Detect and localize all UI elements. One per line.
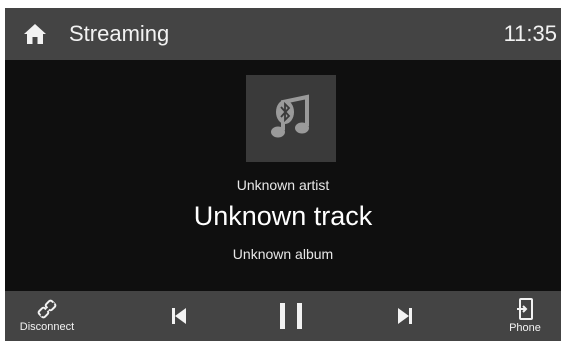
- next-track-button[interactable]: [375, 291, 435, 341]
- clock: 11:35: [503, 21, 557, 46]
- header-bar: Streaming 11:35: [5, 8, 561, 60]
- album-name: Unknown album: [232, 246, 334, 262]
- disconnect-label: Disconnect: [19, 320, 75, 333]
- pause-icon: [280, 303, 302, 329]
- skip-previous-icon: [172, 308, 186, 324]
- previous-track-button[interactable]: [149, 291, 209, 341]
- home-button[interactable]: [21, 21, 49, 47]
- control-bar: Disconnect Phone: [5, 291, 561, 341]
- disconnect-link-icon: [37, 299, 57, 318]
- album-art: [246, 75, 336, 162]
- phone-label: Phone: [509, 321, 541, 334]
- home-icon: [24, 24, 46, 44]
- play-pause-button[interactable]: [261, 291, 321, 341]
- bluetooth-music-icon: [271, 94, 309, 137]
- skip-next-icon: [398, 308, 412, 324]
- phone-button[interactable]: Phone: [497, 291, 553, 341]
- phone-icon: [517, 297, 533, 320]
- artist-name: Unknown artist: [236, 177, 330, 193]
- track-title: Unknown track: [193, 201, 373, 231]
- disconnect-button[interactable]: Disconnect: [15, 291, 79, 341]
- head-unit-screen: Streaming 11:35 Unknown artist Unknown t…: [5, 8, 561, 341]
- page-title: Streaming: [69, 21, 170, 46]
